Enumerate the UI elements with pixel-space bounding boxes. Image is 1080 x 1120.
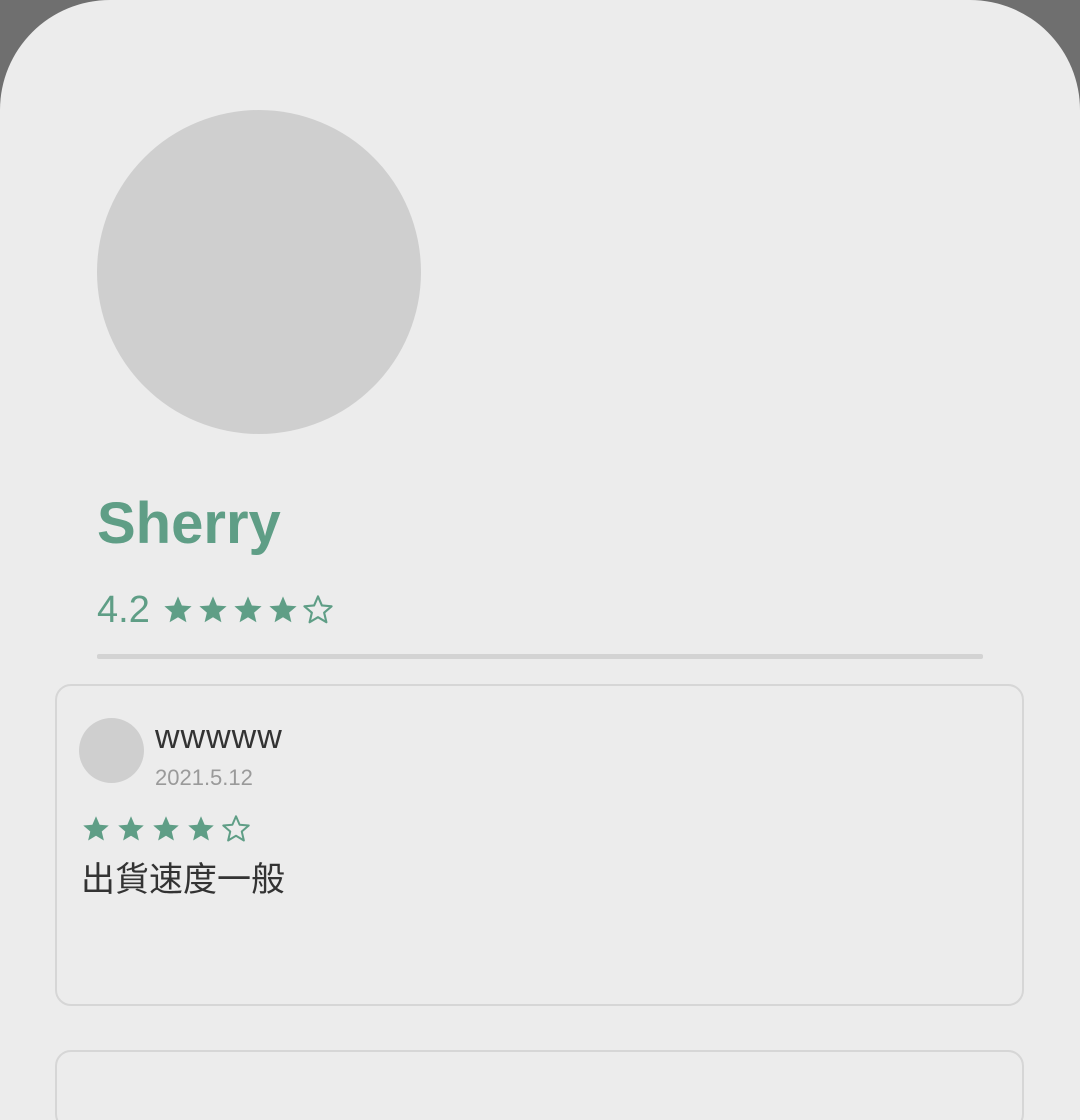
star-outline-icon xyxy=(221,814,251,844)
star-icon xyxy=(186,814,216,844)
profile-rating: 4.2 xyxy=(97,586,337,634)
profile-sheet: Sherry 4.2 wwwww 2021.5.12 出貨速度一般 xyxy=(0,0,1080,1120)
review-card: wwwww 2021.5.12 出貨速度一般 xyxy=(55,684,1024,1006)
star-icon xyxy=(151,814,181,844)
profile-name: Sherry xyxy=(97,491,281,556)
profile-avatar xyxy=(97,110,421,434)
review-date: 2021.5.12 xyxy=(155,765,253,790)
star-icon xyxy=(232,594,264,626)
rating-stars xyxy=(162,594,337,626)
rating-value: 4.2 xyxy=(97,589,150,631)
star-outline-icon xyxy=(302,594,334,626)
reviewer-name: wwwww xyxy=(155,718,283,756)
star-icon xyxy=(81,814,111,844)
star-icon xyxy=(267,594,299,626)
divider xyxy=(97,654,983,659)
review-text: 出貨速度一般 xyxy=(81,860,285,900)
review-rating-stars xyxy=(81,814,256,844)
star-icon xyxy=(116,814,146,844)
reviewer-avatar xyxy=(79,718,144,783)
review-card xyxy=(55,1050,1024,1120)
star-icon xyxy=(197,594,229,626)
star-icon xyxy=(162,594,194,626)
